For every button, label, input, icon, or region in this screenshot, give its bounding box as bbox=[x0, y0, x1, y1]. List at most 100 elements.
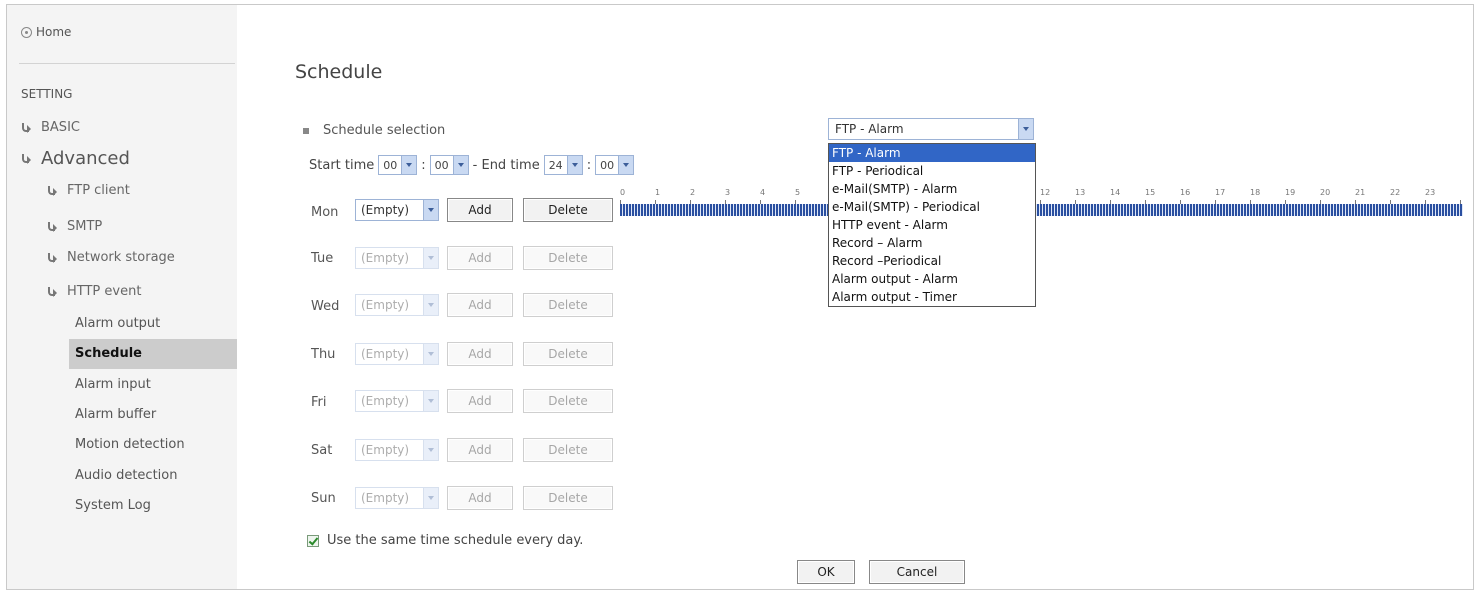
dropdown-option[interactable]: FTP - Periodical bbox=[829, 162, 1035, 180]
app-frame: Home SETTING BASIC Advanced FTP client S… bbox=[6, 4, 1474, 590]
add-button[interactable]: Add bbox=[447, 342, 513, 366]
time-colon: : bbox=[421, 157, 426, 173]
add-button[interactable]: Add bbox=[447, 198, 513, 222]
delete-button[interactable]: Delete bbox=[523, 246, 613, 270]
chevron-down-icon bbox=[1018, 119, 1033, 139]
add-button[interactable]: Add bbox=[447, 438, 513, 462]
delete-button[interactable]: Delete bbox=[523, 389, 613, 413]
sidebar-item-smtp[interactable]: SMTP bbox=[47, 219, 102, 234]
dropdown-option[interactable]: e-Mail(SMTP) - Periodical bbox=[829, 198, 1035, 216]
day-label: Tue bbox=[311, 251, 334, 266]
same-schedule-checkbox[interactable] bbox=[307, 534, 319, 547]
chevron-down-icon bbox=[423, 391, 438, 411]
arrow-icon bbox=[21, 122, 31, 133]
sidebar-item-ftp-client[interactable]: FTP client bbox=[47, 183, 130, 198]
arrow-icon bbox=[47, 286, 57, 297]
sidebar-subitem-motion-detection[interactable]: Motion detection bbox=[75, 437, 185, 452]
day-label: Sun bbox=[311, 491, 336, 506]
day-label: Fri bbox=[311, 395, 327, 410]
sidebar: Home SETTING BASIC Advanced FTP client S… bbox=[7, 5, 237, 589]
end-hour-value: 24 bbox=[548, 158, 563, 172]
timeline-hour-label: 3 bbox=[725, 188, 731, 197]
sidebar-item-http-event[interactable]: HTTP event bbox=[47, 284, 141, 299]
sidebar-subitem-schedule[interactable]: Schedule bbox=[75, 346, 142, 361]
dropdown-option[interactable]: FTP - Alarm bbox=[829, 144, 1035, 162]
dropdown-option[interactable]: Alarm output - Timer bbox=[829, 288, 1035, 306]
schedule-timeline[interactable]: 01234567891011121314151617181920212223 bbox=[620, 188, 1463, 226]
end-time-label: - End time bbox=[472, 157, 540, 173]
home-icon bbox=[21, 26, 32, 38]
day-select[interactable]: (Empty) bbox=[355, 294, 439, 316]
sidebar-item-label: FTP client bbox=[67, 183, 130, 198]
ok-button[interactable]: OK bbox=[797, 560, 855, 584]
sidebar-subitem-alarm-output[interactable]: Alarm output bbox=[75, 316, 160, 331]
schedule-type-options: FTP - Alarm FTP - Periodical e-Mail(SMTP) … bbox=[828, 143, 1036, 307]
schedule-selection-label: Schedule selection bbox=[303, 123, 445, 138]
day-label: Sat bbox=[311, 443, 333, 458]
sidebar-item-label: SMTP bbox=[67, 219, 103, 234]
dropdown-option[interactable]: HTTP event - Alarm bbox=[829, 216, 1035, 234]
delete-button[interactable]: Delete bbox=[523, 293, 613, 317]
delete-button[interactable]: Delete bbox=[523, 486, 613, 510]
day-label: Wed bbox=[311, 299, 340, 314]
chevron-down-icon bbox=[401, 156, 417, 174]
schedule-type-select[interactable]: FTP - Alarm bbox=[828, 118, 1034, 140]
home-link[interactable]: Home bbox=[21, 25, 71, 39]
day-select[interactable]: (Empty) bbox=[355, 247, 439, 269]
day-select-value: (Empty) bbox=[361, 251, 410, 265]
add-button[interactable]: Add bbox=[447, 389, 513, 413]
time-range-row: Start time 00 : 00 - End time 24 : 00 bbox=[309, 155, 635, 175]
timeline-hour-label: 23 bbox=[1425, 188, 1436, 197]
dropdown-option[interactable]: Record – Alarm bbox=[829, 234, 1035, 252]
chevron-down-icon bbox=[423, 440, 438, 460]
sidebar-item-advanced[interactable]: Advanced bbox=[21, 148, 130, 169]
cancel-button[interactable]: Cancel bbox=[869, 560, 965, 584]
day-select[interactable]: (Empty) bbox=[355, 343, 439, 365]
delete-button[interactable]: Delete bbox=[523, 342, 613, 366]
arrow-icon bbox=[47, 221, 57, 232]
day-select[interactable]: (Empty) bbox=[355, 199, 439, 221]
end-hour-select[interactable]: 24 bbox=[543, 155, 583, 175]
timeline-bar[interactable] bbox=[620, 204, 1463, 216]
timeline-hour-label: 22 bbox=[1390, 188, 1401, 197]
dropdown-option[interactable]: e-Mail(SMTP) - Alarm bbox=[829, 180, 1035, 198]
timeline-hour-label: 20 bbox=[1320, 188, 1331, 197]
day-select[interactable]: (Empty) bbox=[355, 390, 439, 412]
add-button[interactable]: Add bbox=[447, 246, 513, 270]
day-select[interactable]: (Empty) bbox=[355, 487, 439, 509]
dropdown-option[interactable]: Alarm output - Alarm bbox=[829, 270, 1035, 288]
timeline-hour-label: 5 bbox=[795, 188, 801, 197]
chevron-down-icon bbox=[423, 344, 438, 364]
sidebar-item-basic[interactable]: BASIC bbox=[21, 120, 80, 135]
day-select-value: (Empty) bbox=[361, 491, 410, 505]
day-select[interactable]: (Empty) bbox=[355, 439, 439, 461]
schedule-selection-text: Schedule selection bbox=[323, 123, 446, 138]
sidebar-divider bbox=[19, 63, 235, 64]
day-label: Mon bbox=[311, 205, 339, 220]
chevron-down-icon bbox=[423, 295, 438, 315]
timeline-hour-label: 1 bbox=[655, 188, 661, 197]
sidebar-subitem-alarm-buffer[interactable]: Alarm buffer bbox=[75, 407, 156, 422]
start-time-label: Start time bbox=[309, 157, 375, 173]
sidebar-subitem-system-log[interactable]: System Log bbox=[75, 498, 151, 513]
timeline-hour-label: 16 bbox=[1180, 188, 1191, 197]
timeline-hour-label: 4 bbox=[760, 188, 766, 197]
end-minute-select[interactable]: 00 bbox=[595, 155, 635, 175]
sidebar-item-network-storage[interactable]: Network storage bbox=[47, 250, 175, 265]
add-button[interactable]: Add bbox=[447, 293, 513, 317]
add-button[interactable]: Add bbox=[447, 486, 513, 510]
same-schedule-row: Use the same time schedule every day. bbox=[307, 533, 583, 548]
start-minute-value: 00 bbox=[434, 158, 449, 172]
day-select-value: (Empty) bbox=[361, 443, 410, 457]
delete-button[interactable]: Delete bbox=[523, 198, 613, 222]
start-minute-select[interactable]: 00 bbox=[429, 155, 469, 175]
dropdown-option[interactable]: Record –Periodical bbox=[829, 252, 1035, 270]
end-minute-value: 00 bbox=[600, 158, 615, 172]
sidebar-subitem-alarm-input[interactable]: Alarm input bbox=[75, 377, 151, 392]
sidebar-subitem-audio-detection[interactable]: Audio detection bbox=[75, 468, 177, 483]
timeline-hour-label: 17 bbox=[1215, 188, 1226, 197]
delete-button[interactable]: Delete bbox=[523, 438, 613, 462]
timeline-hour-label: 13 bbox=[1075, 188, 1086, 197]
start-hour-select[interactable]: 00 bbox=[378, 155, 418, 175]
timeline-hour-label: 2 bbox=[690, 188, 696, 197]
